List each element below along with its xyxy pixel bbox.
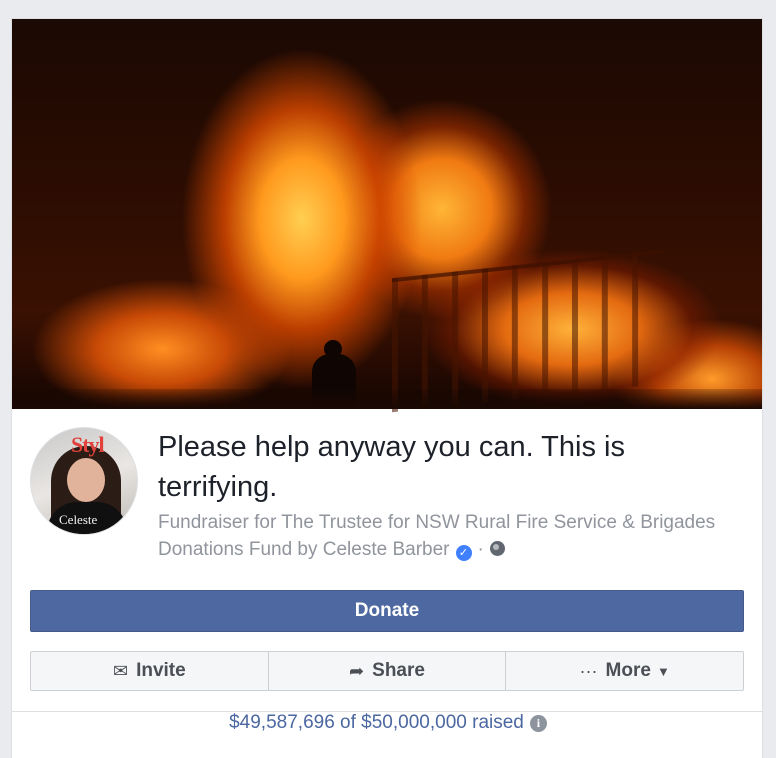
share-button[interactable]: ➦ Share <box>269 652 507 690</box>
invite-button[interactable]: ✉ Invite <box>31 652 269 690</box>
fundraiser-header: Styl Celeste Please help anyway you can.… <box>12 409 762 712</box>
verified-badge-icon: ✓ <box>455 545 472 561</box>
burning-structure <box>392 249 662 413</box>
fundraiser-beneficiary[interactable]: Fundraiser for The Trustee for NSW Rural… <box>158 512 715 560</box>
more-button[interactable]: ··· More ▼ <box>506 652 743 690</box>
ground-shadow <box>12 389 762 409</box>
donate-button[interactable]: Donate <box>30 590 744 632</box>
cover-photo[interactable] <box>12 19 762 413</box>
avatar-face <box>67 458 105 502</box>
info-icon[interactable]: i <box>529 715 547 732</box>
chevron-down-icon: ▼ <box>656 663 670 679</box>
fundraiser-title: Please help anyway you can. This is terr… <box>158 431 625 503</box>
fundraiser-subtitle: Fundraiser for The Trustee for NSW Rural… <box>158 509 738 563</box>
globe-icon[interactable] <box>489 541 505 556</box>
share-arrow-icon: ➦ <box>349 660 365 681</box>
avatar-magazine-text: Styl <box>71 432 105 457</box>
invite-label: Invite <box>136 660 186 681</box>
fundraiser-card: Styl Celeste Please help anyway you can.… <box>11 18 763 758</box>
ellipsis-icon: ··· <box>579 660 598 681</box>
more-label: More <box>605 660 651 681</box>
envelope-icon: ✉ <box>112 660 129 681</box>
separator-dot: · <box>477 539 484 560</box>
avatar[interactable]: Styl Celeste <box>30 427 138 535</box>
share-label: Share <box>372 660 425 681</box>
raised-progress: $49,587,696 of $50,000,000 raised i <box>0 712 776 734</box>
action-bar: ✉ Invite ➦ Share ··· More ▼ <box>30 651 744 691</box>
avatar-caption: Celeste <box>59 512 98 527</box>
raised-text: $49,587,696 of $50,000,000 raised <box>229 712 524 733</box>
